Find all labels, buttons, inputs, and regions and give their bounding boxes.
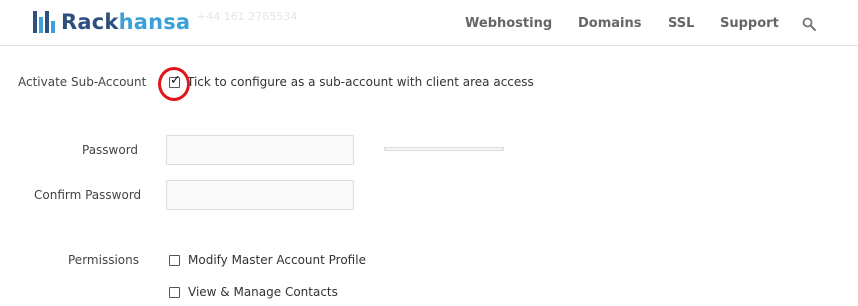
- confirm-password-input[interactable]: [166, 180, 354, 210]
- phone-number: +44 161 2765534: [197, 10, 298, 23]
- brand-logo[interactable]: Rackhansa: [33, 10, 190, 34]
- site-header: Rackhansa +44 161 2765534 Webhosting Dom…: [0, 0, 858, 46]
- permission-modify-profile-label: Modify Master Account Profile: [188, 253, 366, 267]
- password-label: Password: [82, 143, 139, 157]
- permission-manage-contacts-checkbox[interactable]: [169, 287, 180, 298]
- brand-name-part1: Rack: [61, 10, 119, 34]
- confirm-password-label: Confirm Password: [34, 188, 142, 202]
- password-strength-meter: [384, 147, 504, 151]
- nav-support[interactable]: Support: [720, 16, 779, 32]
- password-input[interactable]: [166, 135, 354, 165]
- nav-domains[interactable]: Domains: [578, 16, 642, 32]
- activate-subaccount-label: Activate Sub-Account: [18, 75, 147, 89]
- permissions-label: Permissions: [68, 253, 139, 267]
- annotation-circle: [158, 67, 190, 101]
- nav-webhosting[interactable]: Webhosting: [465, 16, 552, 32]
- brand-name-part2: hansa: [118, 10, 191, 34]
- nav-ssl[interactable]: SSL: [668, 16, 694, 32]
- brand-name: Rackhansa: [61, 10, 190, 34]
- logo-bars-icon: [33, 11, 55, 33]
- activate-subaccount-description: Tick to configure as a sub-account with …: [187, 75, 534, 89]
- permission-modify-profile-checkbox[interactable]: [169, 255, 180, 266]
- permission-manage-contacts-label: View & Manage Contacts: [188, 285, 338, 299]
- search-icon[interactable]: [802, 16, 816, 31]
